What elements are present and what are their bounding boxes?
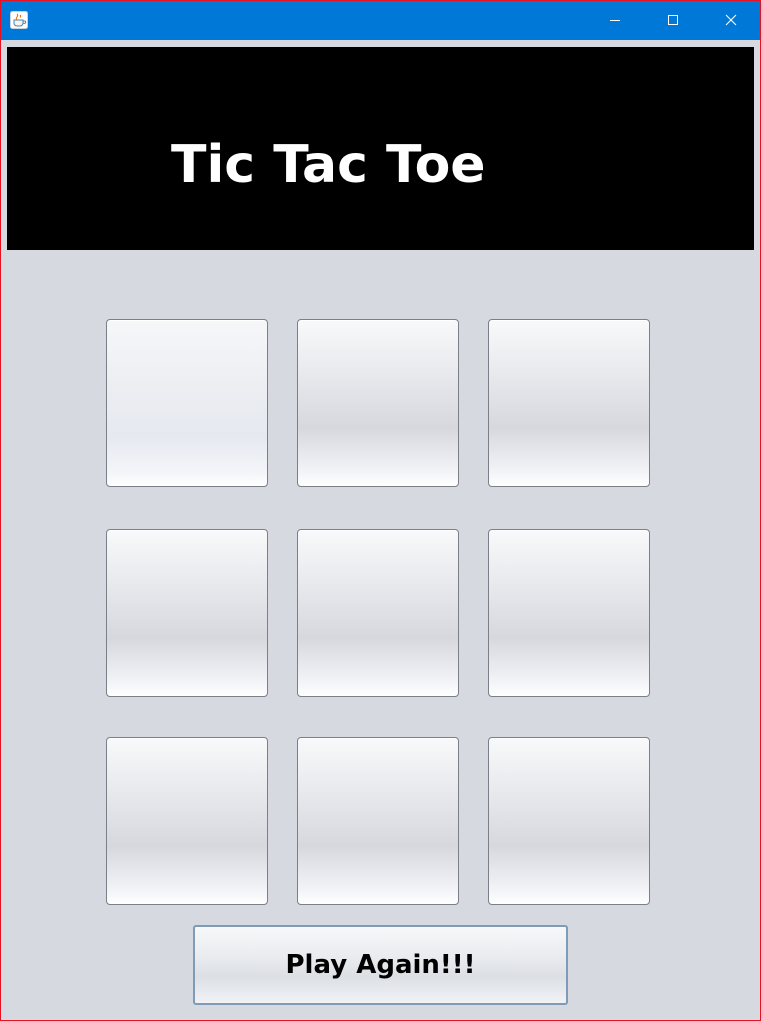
game-title: Tic Tac Toe bbox=[171, 135, 486, 195]
board-cell-7[interactable] bbox=[106, 737, 268, 905]
title-bar[interactable] bbox=[1, 1, 760, 40]
minimize-button[interactable] bbox=[586, 1, 644, 40]
board-cell-4[interactable] bbox=[106, 529, 268, 697]
play-again-button[interactable]: Play Again!!! bbox=[193, 925, 568, 1005]
app-window: Tic Tac Toe Play Again!!! bbox=[0, 0, 761, 1021]
board-cell-9[interactable] bbox=[488, 737, 650, 905]
board-cell-6[interactable] bbox=[488, 529, 650, 697]
java-cup-icon bbox=[10, 11, 28, 29]
minimize-icon bbox=[609, 11, 621, 30]
board-cell-3[interactable] bbox=[488, 319, 650, 487]
board-cell-5[interactable] bbox=[297, 529, 459, 697]
close-button[interactable] bbox=[702, 1, 760, 40]
board-cell-8[interactable] bbox=[297, 737, 459, 905]
maximize-button[interactable] bbox=[644, 1, 702, 40]
close-icon bbox=[725, 11, 737, 30]
board-cell-2[interactable] bbox=[297, 319, 459, 487]
board-cell-1[interactable] bbox=[106, 319, 268, 487]
maximize-icon bbox=[667, 11, 679, 30]
